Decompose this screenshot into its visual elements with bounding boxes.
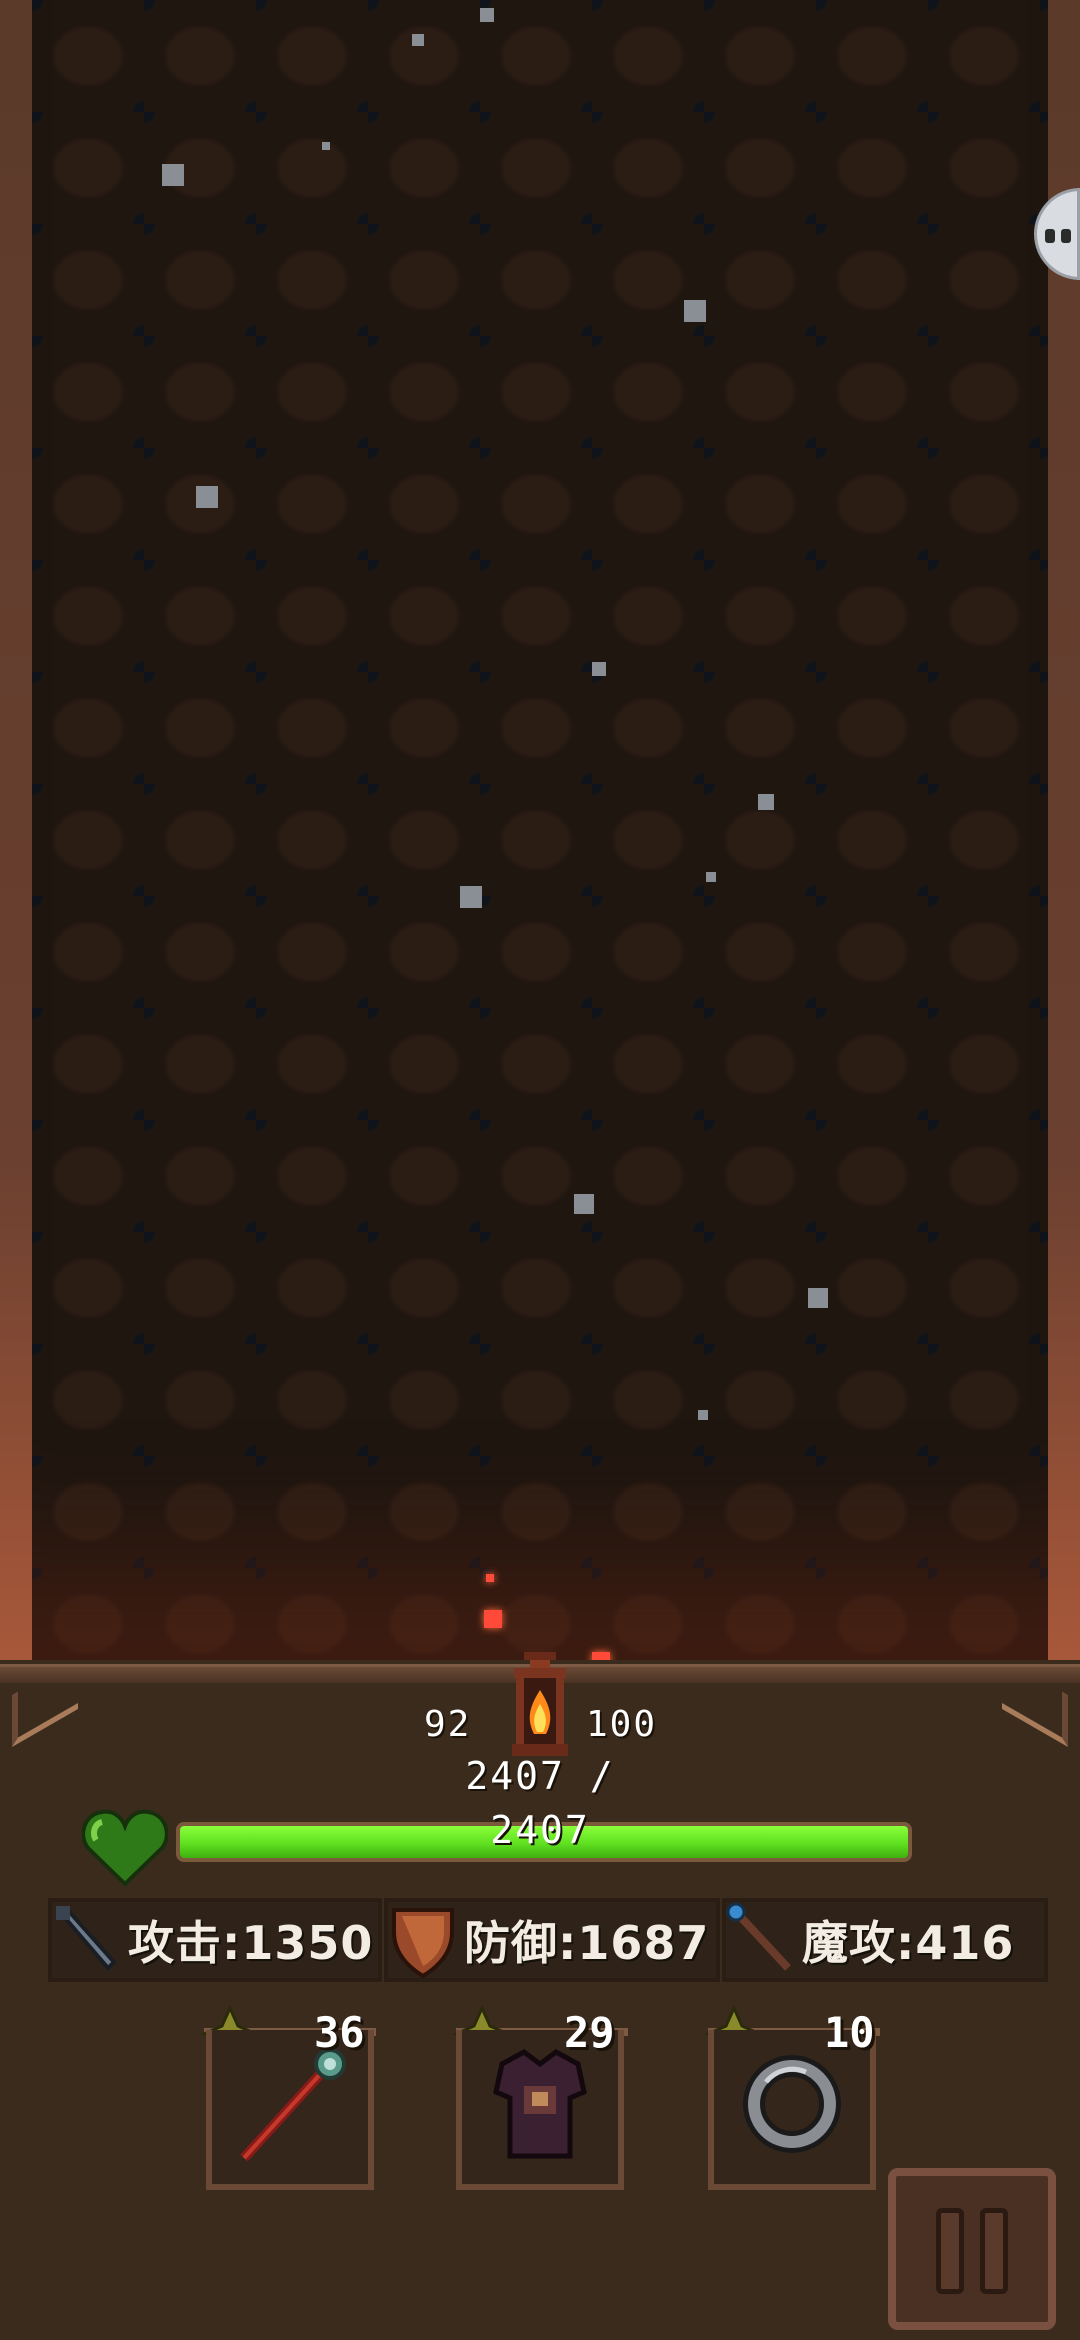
pause-button[interactable] [888,2168,1056,2330]
ember-particle [484,1610,502,1628]
equip-count-weapon: 36 [314,2008,365,2057]
pause-icon [936,2208,964,2294]
dust-particle [758,794,774,810]
shield-icon [392,1908,454,1978]
defense-label: 防御:1687 [464,1916,710,1970]
pause-icon [980,2208,1008,2294]
staff-icon [240,2048,346,2162]
ring-icon [743,2055,841,2153]
dust-particle [460,886,482,908]
dungeon-floor[interactable] [32,0,1048,1670]
dust-particle [592,662,606,676]
lantern-max: 100 [586,1704,658,1745]
magic-label: 魔攻:416 [802,1916,1015,1970]
hp-max-text: 2407 [490,1808,590,1852]
dust-particle [480,8,494,22]
attack-label: 攻击:1350 [128,1916,374,1970]
dust-particle [322,142,330,150]
stat-attack: 攻击:1350 [48,1898,382,1982]
dust-particle [808,1288,828,1308]
dust-particle [698,1410,708,1420]
ember-particle [486,1574,494,1582]
lantern-current: 92 [424,1704,472,1745]
equip-count-armor: 29 [564,2008,615,2057]
lantern-icon [512,1652,568,1756]
stat-defense: 防御:1687 [384,1898,720,1982]
armor-icon [493,2049,587,2159]
sword-icon [56,1905,117,1971]
dust-particle [412,34,424,46]
hp-current-text: 2407 / [465,1754,615,1798]
dust-particle [196,486,218,508]
frame-left [0,0,32,1660]
stat-magic: 魔攻:416 [722,1898,1048,1982]
dust-particle [684,300,706,322]
wand-icon [726,1902,791,1971]
dust-particle [706,872,716,882]
dust-particle [574,1194,594,1214]
equip-count-accessory: 10 [824,2008,875,2057]
dust-particle [162,164,184,186]
